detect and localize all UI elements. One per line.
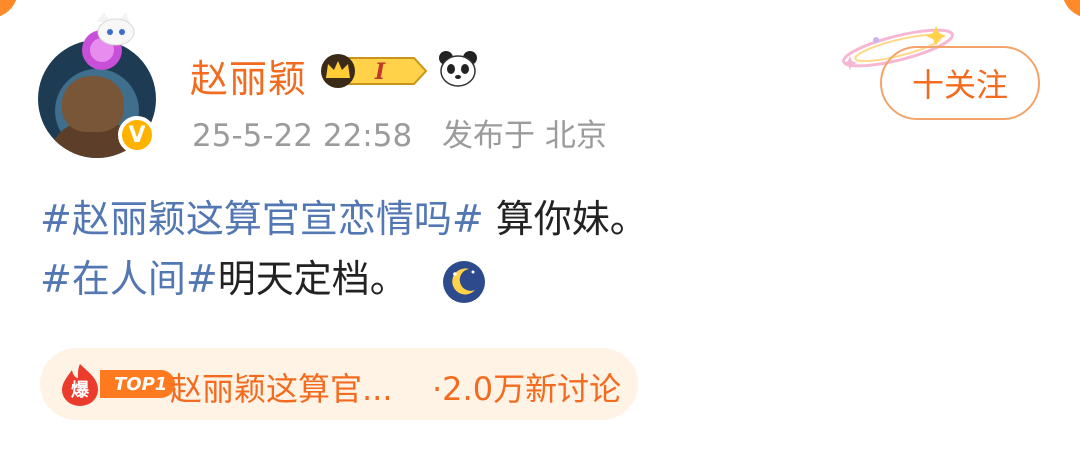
post-text-line2: #在人间#明天定档。 bbox=[40, 248, 486, 304]
hot-search-title[interactable]: 赵丽颖这算官... bbox=[170, 364, 393, 410]
post-meta: 25-5-22 22:58 发布于 北京 bbox=[192, 110, 607, 155]
location: 发布于 北京 bbox=[442, 118, 607, 154]
verified-icon: V bbox=[118, 116, 156, 154]
crown-icon[interactable]: I bbox=[318, 52, 430, 90]
card-corner-decoration bbox=[1062, 0, 1080, 18]
card-corner-decoration bbox=[0, 0, 18, 18]
explosion-icon: 爆 bbox=[62, 364, 98, 406]
hot-search-bar[interactable]: 爆 TOP1 赵丽颖这算官... ·2.0万新讨论 bbox=[40, 348, 638, 420]
avatar-figure-head bbox=[62, 76, 124, 132]
hashtag-link[interactable]: #赵丽颖这算官宣恋情吗# bbox=[40, 197, 484, 241]
post-text: 算你妹。 bbox=[483, 197, 648, 241]
avatar-pendant-icon bbox=[82, 12, 135, 70]
username[interactable]: 赵丽颖 bbox=[190, 48, 307, 103]
moon-emoji-icon bbox=[442, 260, 485, 303]
post-text: 明天定档。 bbox=[217, 257, 408, 301]
discussion-count: ·2.0万新讨论 bbox=[432, 370, 622, 408]
panda-icon bbox=[439, 51, 477, 87]
rank-badge: TOP1 bbox=[100, 370, 176, 398]
post-text-line1: #赵丽颖这算官宣恋情吗# 算你妹。 bbox=[40, 188, 648, 243]
hashtag-link[interactable]: #在人间# bbox=[40, 257, 218, 301]
timestamp: 25-5-22 22:58 bbox=[192, 118, 413, 154]
follow-button[interactable]: 十关注 bbox=[880, 46, 1040, 120]
explosion-label: 爆 bbox=[71, 380, 90, 401]
level-badge-text: I bbox=[374, 59, 386, 85]
